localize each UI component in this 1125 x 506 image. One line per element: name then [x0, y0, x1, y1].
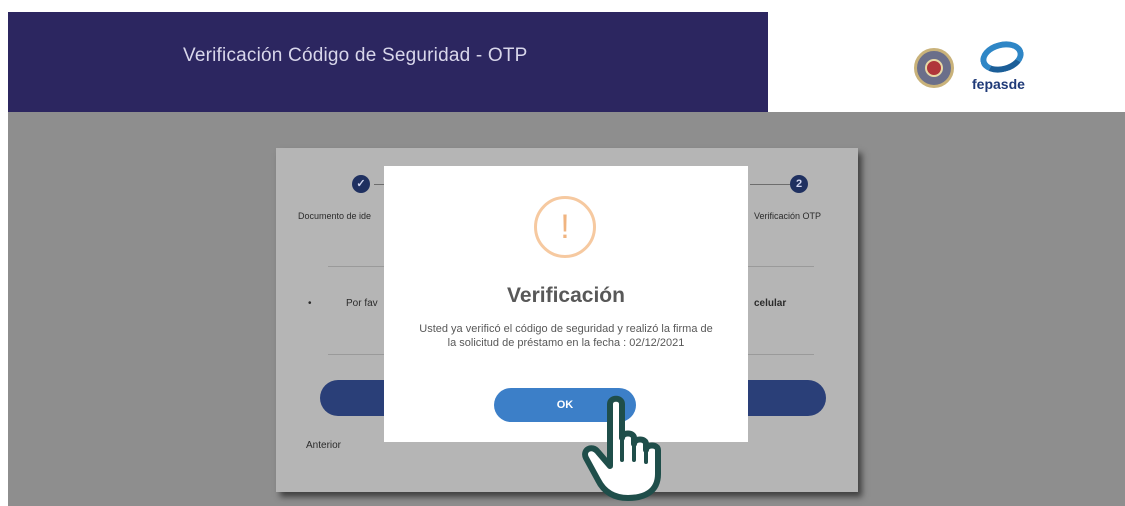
stepper-line-right: [750, 184, 790, 185]
fepasde-logo-icon: fepasde: [970, 36, 1040, 98]
step2-label: Verificación OTP: [754, 211, 822, 221]
institution-seal-icon: [914, 48, 954, 88]
swirl-icon: [976, 36, 1028, 78]
instruction-text-right: celular: [754, 298, 787, 309]
warning-mark: !: [560, 208, 570, 246]
seal-center: [925, 59, 943, 77]
step1-label: Documento de ide: [298, 211, 372, 221]
instruction-text-left: Por fav: [346, 298, 378, 309]
brand-text: fepasde: [972, 76, 1025, 92]
logos-area: fepasde: [908, 36, 1048, 98]
pointer-hand-icon: [582, 395, 661, 501]
verification-modal: ! Verificación Usted ya verificó el códi…: [384, 166, 748, 442]
step2-number-icon[interactable]: 2: [790, 175, 808, 193]
page-header: Verificación Código de Seguridad - OTP: [8, 12, 768, 112]
warning-icon: !: [534, 196, 596, 258]
browser-viewport: Verificación Código de Seguridad - OTP f…: [8, 12, 1125, 506]
page-title: Verificación Código de Seguridad - OTP: [183, 45, 528, 66]
bullet-icon: •: [308, 298, 312, 309]
modal-message: Usted ya verificó el código de seguridad…: [419, 323, 713, 349]
modal-title: Verificación: [507, 284, 625, 307]
screen-frame: Verificación Código de Seguridad - OTP f…: [0, 0, 1125, 506]
step1-check-icon[interactable]: ✓: [352, 175, 370, 193]
previous-link[interactable]: Anterior: [306, 440, 341, 451]
